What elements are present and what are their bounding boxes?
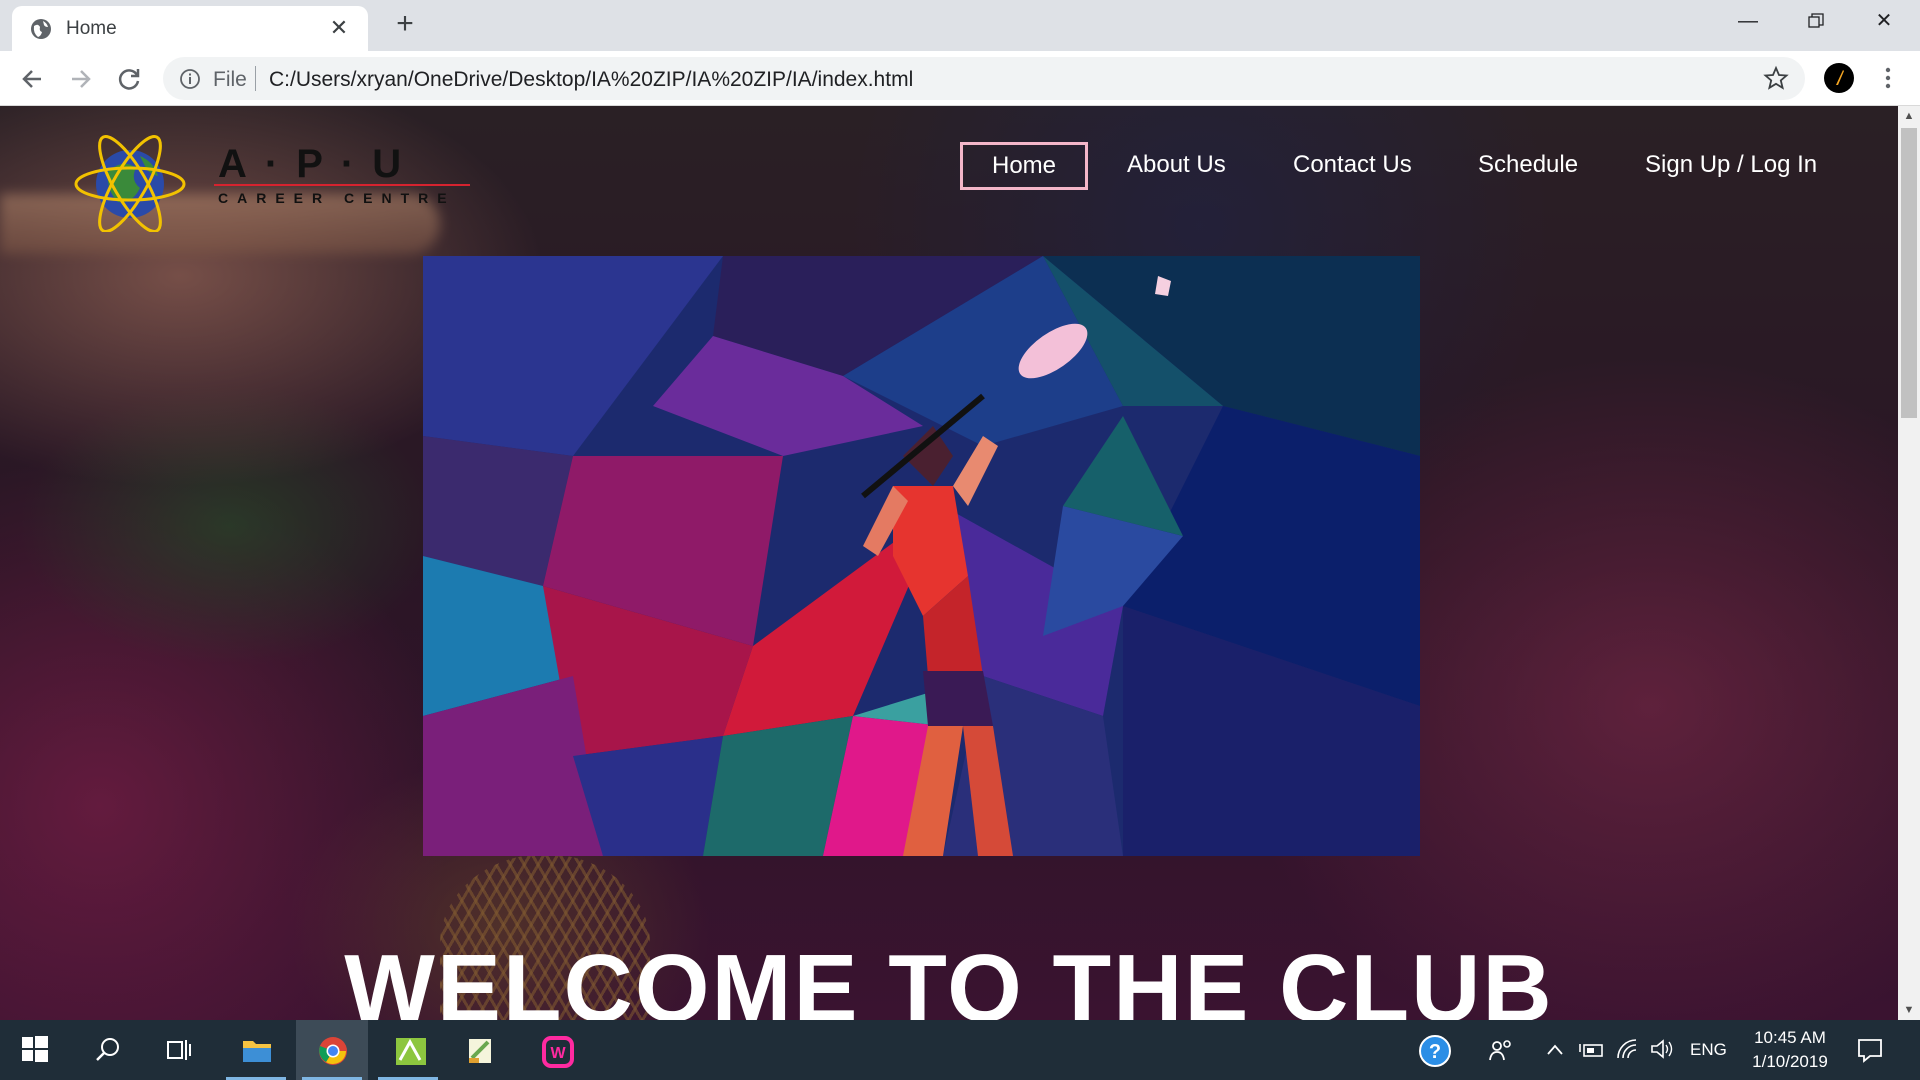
file-explorer-button[interactable]: [220, 1020, 292, 1080]
tab-title: Home: [66, 18, 117, 39]
close-window-button[interactable]: ✕: [1850, 0, 1918, 44]
quill-icon: [1836, 70, 1844, 85]
app-icon: [469, 1039, 491, 1063]
windows-start-icon: [22, 1036, 48, 1062]
url-text[interactable]: C:/Users/xryan/OneDrive/Desktop/IA%20ZIP…: [269, 68, 913, 92]
welcome-headline: WELCOME TO THE CLUB: [344, 935, 1554, 1020]
svg-text:?: ?: [1429, 1041, 1441, 1063]
logo-letters: A·P·U: [218, 142, 420, 186]
info-icon[interactable]: [179, 68, 201, 90]
back-arrow-icon[interactable]: [16, 63, 48, 95]
scroll-down-arrow-icon[interactable]: ▼: [1898, 1000, 1920, 1020]
task-view-icon: [167, 1040, 191, 1060]
star-icon[interactable]: [1763, 65, 1789, 91]
logo-subtitle: CAREER CENTRE: [218, 190, 456, 206]
address-bar[interactable]: File C:/Users/xryan/OneDrive/Desktop/IA%…: [163, 57, 1805, 100]
nav-about-us[interactable]: About Us: [1127, 142, 1226, 190]
help-icon[interactable]: ?: [1418, 1034, 1452, 1068]
atom-globe-icon: [74, 135, 186, 232]
restore-icon: [1808, 13, 1824, 28]
menu-dots-icon[interactable]: [1876, 63, 1900, 93]
people-icon[interactable]: [1488, 1038, 1514, 1064]
nav-schedule[interactable]: Schedule: [1478, 142, 1578, 190]
chrome-icon: [319, 1037, 347, 1065]
nav-contact-us[interactable]: Contact Us: [1293, 142, 1412, 190]
nav-home[interactable]: Home: [960, 142, 1089, 190]
forward-arrow-icon[interactable]: [65, 63, 97, 95]
chrome-taskbar-button[interactable]: [296, 1020, 368, 1080]
notepad-plus-icon: [396, 1038, 426, 1065]
system-clock[interactable]: 10:45 AM 1/10/2019: [1740, 1026, 1840, 1074]
tab-close-icon[interactable]: ✕: [326, 15, 352, 41]
url-scheme: File: [213, 68, 247, 91]
scroll-up-arrow-icon[interactable]: ▲: [1898, 106, 1920, 126]
tab-strip: Home ✕ + — ✕: [0, 0, 1920, 51]
tab-home[interactable]: Home ✕: [12, 6, 368, 51]
clock-time: 10:45 AM: [1754, 1028, 1826, 1047]
minimize-button[interactable]: —: [1714, 0, 1782, 44]
volume-icon[interactable]: [1650, 1038, 1674, 1060]
browser-toolbar: File C:/Users/xryan/OneDrive/Desktop/IA%…: [0, 51, 1920, 106]
file-explorer-icon: [243, 1041, 271, 1062]
windows-start-button[interactable]: [0, 1020, 72, 1080]
page-scrollbar[interactable]: ▲ ▼: [1898, 106, 1920, 1020]
windows-taskbar: W ? ENG 10:45 AM 1/10/2019: [0, 1020, 1920, 1080]
notepad-plus-button[interactable]: [372, 1020, 444, 1080]
clock-date: 1/10/2019: [1752, 1052, 1828, 1071]
wamp-icon: W: [542, 1036, 574, 1068]
language-indicator[interactable]: ENG: [1690, 1020, 1727, 1080]
new-tab-button[interactable]: +: [392, 9, 418, 39]
battery-icon[interactable]: [1578, 1040, 1604, 1060]
restore-button[interactable]: [1782, 0, 1850, 44]
profile-avatar[interactable]: [1824, 63, 1854, 93]
taskbar-search-button[interactable]: [72, 1020, 144, 1080]
url-separator: [255, 66, 256, 91]
search-icon: [96, 1038, 119, 1061]
nav-sign-up-log-in[interactable]: Sign Up / Log In: [1645, 142, 1817, 190]
globe-icon: [31, 19, 51, 39]
notifications-icon[interactable]: [1856, 1036, 1884, 1064]
wamp-taskbar-button[interactable]: W: [520, 1020, 592, 1080]
app-taskbar-button[interactable]: [444, 1020, 516, 1080]
badminton-hero-image: [423, 256, 1420, 856]
scroll-thumb[interactable]: [1901, 128, 1917, 418]
wifi-icon[interactable]: [1616, 1038, 1640, 1060]
page-viewport: A·P·U CAREER CENTRE Home About Us Contac…: [0, 106, 1898, 1020]
task-view-button[interactable]: [144, 1020, 216, 1080]
svg-text:W: W: [550, 1045, 566, 1062]
apu-logo[interactable]: A·P·U CAREER CENTRE: [74, 132, 474, 232]
reload-icon[interactable]: [113, 63, 145, 95]
chevron-up-icon[interactable]: [1546, 1042, 1564, 1056]
